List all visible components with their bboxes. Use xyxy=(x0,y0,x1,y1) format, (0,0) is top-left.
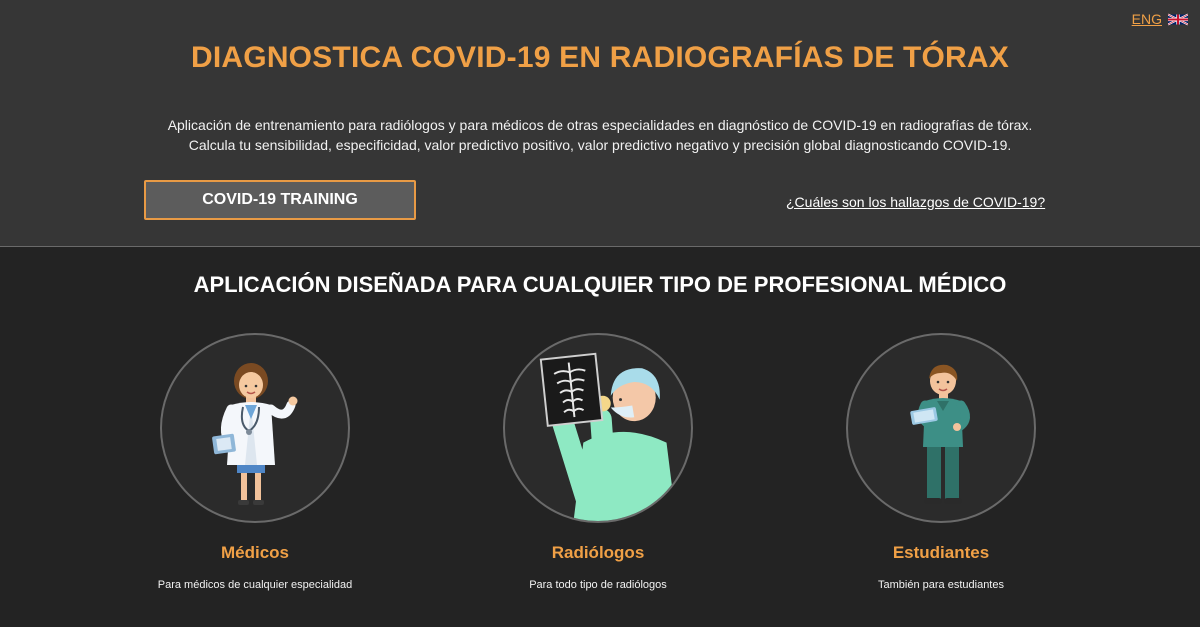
audience-section-title: APLICACIÓN DISEÑADA PARA CUALQUIER TIPO … xyxy=(193,272,1007,297)
language-label: ENG xyxy=(1131,11,1162,27)
card-title-medicos: Médicos xyxy=(220,543,290,562)
page-title: DIAGNOSTICA COVID-19 EN RADIOGRAFÍAS DE … xyxy=(191,41,1009,74)
covid-findings-link[interactable]: ¿Cuáles son los hallazgos de COVID-19? xyxy=(786,194,1045,210)
student-illustration-circle xyxy=(846,333,1036,523)
radiologist-illustration-icon xyxy=(539,352,677,521)
doctor-illustration-circle xyxy=(160,333,350,523)
card-subtitle-radiologos: Para todo tipo de radiólogos xyxy=(529,579,667,591)
card-title-estudiantes: Estudiantes xyxy=(892,543,990,562)
doctor-illustration-icon xyxy=(212,363,298,505)
audience-card-estudiantes: Estudiantes También para estudiantes xyxy=(831,333,1051,591)
language-switch-link[interactable]: ENG xyxy=(1132,11,1188,27)
audience-card-radiologos: Radiólogos Para todo tipo de radiólogos xyxy=(488,333,708,591)
card-subtitle-estudiantes: También para estudiantes xyxy=(878,579,1004,591)
card-subtitle-medicos: Para médicos de cualquier especialidad xyxy=(157,579,353,591)
student-illustration-icon xyxy=(910,364,970,504)
description-line-2: Calcula tu sensibilidad, especificidad, … xyxy=(188,137,1012,153)
uk-flag-icon xyxy=(1168,13,1188,25)
description-line-1: Aplicación de entrenamiento para radiólo… xyxy=(167,117,1033,133)
radiologist-illustration-circle xyxy=(503,333,693,523)
app-description: Aplicación de entrenamiento para radiólo… xyxy=(0,115,1200,155)
hero-section: ENG DIAGNOSTICA COVID-19 EN RADIOGRAFÍAS… xyxy=(0,0,1200,247)
covid-training-button[interactable]: COVID-19 TRAINING xyxy=(144,180,416,220)
card-title-radiologos: Radiólogos xyxy=(551,543,645,562)
audience-card-medicos: Médicos Para médicos de cualquier especi… xyxy=(145,333,365,591)
